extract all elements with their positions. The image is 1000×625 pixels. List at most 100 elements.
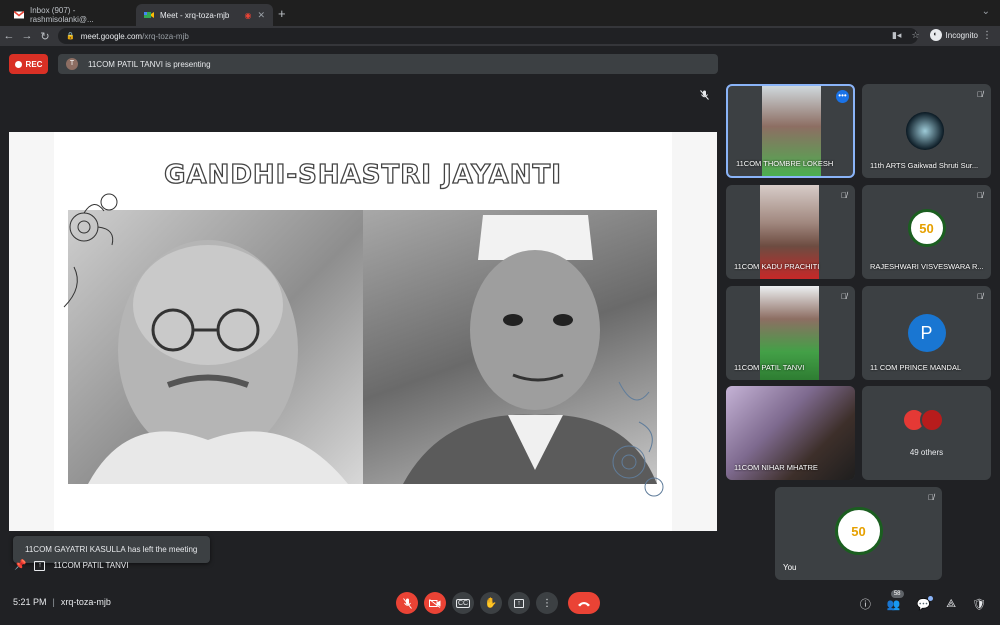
participant-tile[interactable]: 🎙̸ 11COM PATIL TANVI: [726, 286, 855, 380]
participant-name: 11COM PATIL TANVI: [734, 363, 805, 372]
address-bar: ← → ↻ 🔒 meet.google.com/xrq-toza-mjb ▮◂ …: [0, 26, 1000, 46]
mic-off-icon: 🎙̸: [841, 191, 847, 200]
meeting-code: xrq-toza-mjb: [60, 597, 111, 607]
bookmark-star-icon[interactable]: ☆: [911, 30, 919, 41]
browser-tab-strip: Inbox (907) - rashmisolanki@... Meet - x…: [0, 0, 1000, 26]
participant-name: 11COM NIHAR MHATRE: [734, 463, 818, 472]
hand-icon: ✋: [484, 597, 498, 609]
more-options-button[interactable]: ⋮: [536, 592, 558, 614]
record-dot-icon: [14, 60, 22, 68]
side-panel-controls: ⓘ 58 👥 💬 ⟁ 🛡: [860, 589, 986, 612]
participant-tile[interactable]: 11COM NIHAR MHATRE: [726, 386, 855, 480]
activities-icon[interactable]: ⟁: [946, 598, 956, 611]
mic-off-icon: 🎙̸: [977, 292, 983, 301]
presenter-bar-name: 11COM PATIL TANVI: [53, 561, 129, 570]
mic-off-icon: [402, 597, 412, 609]
mic-off-icon: 🎙̸: [841, 292, 847, 301]
tab-meet-title: Meet - xrq-toza-mjb: [160, 10, 230, 20]
pin-icon[interactable]: 📌: [14, 560, 26, 571]
flower-decoration-icon-2: [612, 381, 664, 497]
school-logo-icon: 50: [834, 507, 883, 555]
raise-hand-button[interactable]: ✋: [480, 592, 502, 614]
more-options-icon[interactable]: •••: [836, 90, 849, 103]
school-logo-icon: 50: [907, 209, 946, 247]
more-vert-icon: ⋮: [542, 597, 552, 609]
mic-off-icon: 🎙̸: [977, 90, 983, 99]
tab-close-icon[interactable]: ✕: [257, 10, 265, 21]
rec-label: REC: [25, 59, 43, 69]
leave-call-button[interactable]: [568, 592, 600, 614]
camera-indicator-icon[interactable]: ▮◂: [892, 30, 901, 41]
participant-name: 11COM THOMBRE LOKESH: [736, 159, 834, 168]
captions-icon: CC: [455, 598, 471, 608]
tab-gmail[interactable]: Inbox (907) - rashmisolanki@...: [6, 4, 134, 26]
participant-name: 11th ARTS Gaikwad Shruti Sur...: [870, 161, 979, 170]
back-icon[interactable]: ←: [0, 30, 18, 42]
logo-text: 50: [851, 523, 866, 539]
self-name: You: [783, 563, 797, 572]
captions-button[interactable]: CC: [452, 592, 474, 614]
presenter-bar: 📌 ↑ 11COM PATIL TANVI: [14, 560, 128, 571]
call-controls: CC ✋ ↑ ⋮: [396, 592, 600, 614]
meeting-info-icon[interactable]: ⓘ: [860, 596, 871, 612]
incognito-label: Incognito: [945, 30, 978, 40]
participant-tile[interactable]: ••• 11COM THOMBRE LOKESH: [726, 84, 855, 178]
url-field[interactable]: 🔒 meet.google.com/xrq-toza-mjb: [58, 28, 918, 44]
url-path: /xrq-toza-mjb: [142, 31, 189, 41]
recording-badge: REC: [9, 54, 48, 74]
participant-count-badge: 58: [890, 589, 904, 598]
divider: |: [52, 597, 55, 607]
meeting-time: 5:21 PM: [13, 597, 47, 607]
dragon-avatar: [906, 112, 944, 150]
presenter-avatar: T: [66, 58, 78, 70]
gmail-icon: [14, 10, 24, 19]
participant-tile[interactable]: 🎙̸ 11COM KADU PRACHITI: [726, 185, 855, 279]
logo-text: 50: [919, 220, 934, 236]
recording-indicator-icon: ◉: [244, 10, 252, 20]
incognito-indicator[interactable]: ◐ Incognito: [929, 29, 978, 41]
participant-tile[interactable]: 🎙̸ 11th ARTS Gaikwad Shruti Sur...: [862, 84, 991, 178]
hangup-icon: [578, 601, 590, 606]
tab-gmail-title: Inbox (907) - rashmisolanki@...: [30, 6, 94, 24]
participant-name: 11 COM PRINCE MANDAL: [870, 363, 962, 372]
unread-dot: [928, 595, 934, 601]
chat-button[interactable]: 💬: [917, 595, 934, 611]
participant-avatar: P: [907, 314, 946, 352]
reload-icon[interactable]: ↻: [36, 30, 54, 43]
participant-name: 11COM KADU PRACHITI: [734, 262, 820, 271]
others-avatars: [902, 408, 944, 432]
window-controls-icon[interactable]: ⌄: [982, 6, 990, 17]
self-tile[interactable]: 🎙̸ 50 You: [775, 487, 942, 580]
meeting-details: 5:21 PM | xrq-toza-mjb: [13, 597, 111, 607]
camera-toggle-button[interactable]: [424, 592, 446, 614]
participant-tile[interactable]: 🎙̸ 50 RAJESHWARI VISVESWARA R...: [862, 185, 991, 279]
present-icon: ↑: [514, 598, 524, 608]
slide: GANDHI-SHASTRI JAYANTI: [54, 132, 672, 531]
participant-avatar: [920, 408, 944, 432]
tab-meet[interactable]: Meet - xrq-toza-mjb ◉ ✕: [136, 4, 273, 26]
mic-off-icon: 🎙̸: [977, 191, 983, 200]
lock-icon: 🔒: [66, 33, 75, 40]
left-meeting-toast: 11COM GAYATRI KASULLA has left the meeti…: [13, 536, 210, 563]
mic-toggle-button[interactable]: [396, 592, 418, 614]
incognito-icon: ◐: [929, 29, 942, 41]
browser-menu-icon[interactable]: ⋮: [982, 30, 992, 41]
others-tile[interactable]: 49 others: [862, 386, 991, 480]
slide-title: GANDHI-SHASTRI JAYANTI: [163, 159, 562, 190]
new-tab-icon[interactable]: +: [278, 6, 286, 21]
mic-off-icon: 🎙̸: [928, 493, 934, 502]
url-host: meet.google.com: [80, 31, 143, 41]
present-now-button[interactable]: ↑: [508, 592, 530, 614]
presentation-stage[interactable]: GANDHI-SHASTRI JAYANTI: [9, 132, 717, 531]
camera-off-icon: [429, 598, 441, 608]
participant-tile[interactable]: 🎙̸ P 11 COM PRINCE MANDAL: [862, 286, 991, 380]
host-controls-icon[interactable]: 🛡: [972, 598, 986, 611]
presenting-banner: T 11COM PATIL TANVI is presenting: [58, 54, 718, 74]
people-icon: 👥: [886, 598, 901, 611]
people-button[interactable]: 58 👥: [886, 589, 904, 611]
presenting-text: 11COM PATIL TANVI is presenting: [88, 59, 211, 69]
meet-icon: [144, 12, 154, 18]
others-count: 49 others: [909, 448, 944, 457]
forward-icon[interactable]: →: [18, 30, 36, 42]
participant-name: RAJESHWARI VISVESWARA R...: [870, 262, 984, 271]
